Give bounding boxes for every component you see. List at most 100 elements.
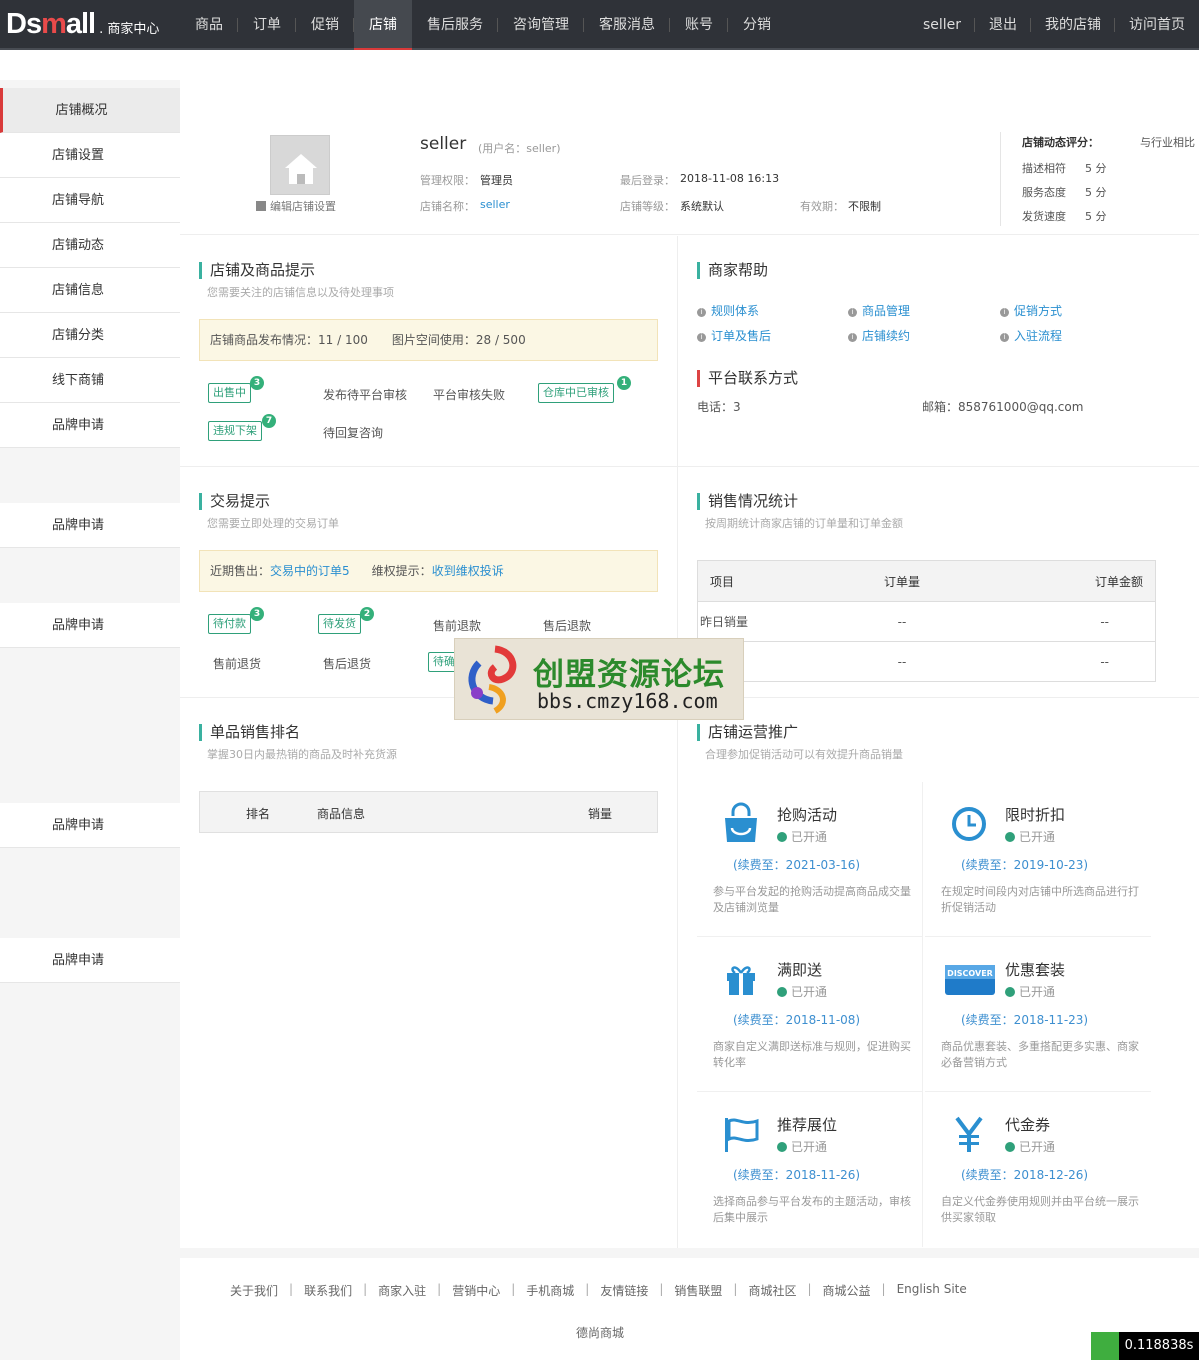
check-icon (1005, 832, 1015, 842)
footer-link[interactable]: 关于我们 (230, 1282, 278, 1299)
sidebar-item-dynamics[interactable]: 店铺动态 (0, 223, 180, 268)
user-nav: seller 退出 我的店铺 访问首页 (909, 0, 1199, 50)
sidebar-item-settings[interactable]: 店铺设置 (0, 133, 180, 178)
promo-card-panic-buy[interactable]: 抢购活动 已开通 (续费至：2021-03-16) 参与平台发起的抢购活动提高商… (697, 782, 923, 937)
on-sale-tag[interactable]: 出售中 (208, 383, 251, 403)
image-space-usage: 图片空间使用：28 / 500 (391, 333, 526, 347)
aftersale-return-link[interactable]: 售后退货 (323, 655, 371, 672)
footer-link[interactable]: 商家入驻 (378, 1282, 426, 1299)
pending-review-link[interactable]: 发布待平台审核 (323, 386, 407, 403)
footer-link[interactable]: 手机商城 (526, 1282, 574, 1299)
footer-sep: | (289, 1282, 294, 1296)
sidebar-item-brand-3[interactable]: 品牌申请 (0, 603, 180, 648)
rating-value: 5 分 (1085, 210, 1107, 223)
ranking-subtitle: 掌握30日内最热销的商品及时补充货源 (207, 748, 397, 761)
footer-sep: | (511, 1282, 516, 1296)
nav-logout[interactable]: 退出 (975, 0, 1031, 50)
check-icon (777, 987, 787, 997)
promo-expire: (续费至：2018-11-23) (961, 1013, 1089, 1027)
sidebar-item-overview[interactable]: 店铺概况 (0, 88, 180, 133)
nav-distribution[interactable]: 分销 (728, 0, 786, 50)
sidebar-item-category[interactable]: 店铺分类 (0, 313, 180, 358)
promo-status-label: 已开通 (1019, 985, 1056, 999)
promotion-subtitle: 合理参加促销活动可以有效提升商品销量 (705, 748, 903, 761)
help-link-rules[interactable]: i 规则体系 (697, 302, 759, 319)
nav-home[interactable]: 访问首页 (1115, 0, 1199, 50)
promo-card-booth[interactable]: 推荐展位 已开通 (续费至：2018-11-26) 选择商品参与平台发布的主题活… (697, 1092, 923, 1247)
complaints-link[interactable]: 收到维权投诉 (432, 564, 504, 578)
nav-consult[interactable]: 咨询管理 (498, 0, 584, 50)
watermark: 创盟资源论坛 bbs.cmzy168.com (454, 638, 744, 720)
table-header: 订单金额 (976, 560, 1156, 602)
clock-icon (952, 807, 986, 841)
footer-link[interactable]: 营销中心 (452, 1282, 500, 1299)
rating-compare: 与行业相比 (1140, 136, 1195, 149)
nav-store[interactable]: 店铺 (354, 0, 412, 50)
sidebar-item-brand-2[interactable]: 品牌申请 (0, 503, 180, 548)
promo-card-combo[interactable]: DISCOVER 优惠套装 已开通 (续费至：2018-11-23) 商品优惠套… (925, 937, 1151, 1092)
footer-link[interactable]: English Site (897, 1282, 967, 1299)
edit-store-label: 编辑店铺设置 (270, 200, 336, 213)
promo-card-full-gift[interactable]: 满即送 已开通 (续费至：2018-11-08) 商家自定义满即送标准与规则，促… (697, 937, 923, 1092)
nav-service-msg[interactable]: 客服消息 (584, 0, 670, 50)
sidebar-item-brand-4[interactable]: 品牌申请 (0, 803, 180, 848)
warehouse-approved-tag[interactable]: 仓库中已审核 (538, 383, 614, 403)
help-link-orders[interactable]: i 订单及售后 (697, 327, 771, 344)
sidebar-item-brand-5[interactable]: 品牌申请 (0, 938, 180, 983)
promo-status: 已开通 (777, 828, 827, 845)
nav-goods[interactable]: 商品 (180, 0, 238, 50)
perm-value: 管理员 (480, 174, 513, 187)
promo-name: 优惠套装 (1005, 961, 1066, 979)
check-icon (777, 832, 787, 842)
nav-orders[interactable]: 订单 (238, 0, 296, 50)
nav-promotion[interactable]: 促销 (296, 0, 354, 50)
nav-after-sales[interactable]: 售后服务 (412, 0, 498, 50)
promo-card-voucher[interactable]: 代金券 已开通 (续费至：2018-12-26) 自定义代金券使用规则并由平台统… (925, 1092, 1151, 1247)
footer-link[interactable]: 商城社区 (748, 1282, 796, 1299)
footer-link[interactable]: 商城公益 (823, 1282, 871, 1299)
nav-username[interactable]: seller (909, 0, 976, 50)
help-link-promo[interactable]: i 促销方式 (1000, 302, 1062, 319)
logo[interactable]: Dsmall. 商家中心 (6, 8, 159, 40)
check-icon (1005, 987, 1015, 997)
info-icon: i (848, 333, 857, 342)
footer-sep: | (807, 1282, 812, 1296)
trading-orders-link[interactable]: 交易中的订单 (270, 564, 342, 578)
divider (1000, 132, 1001, 226)
sidebar-item-info[interactable]: 店铺信息 (0, 268, 180, 313)
help-label: 店铺续约 (862, 329, 911, 343)
pending-shipment-tag[interactable]: 待发货 (318, 614, 361, 634)
sidebar-item-offline[interactable]: 线下商铺 (0, 358, 180, 403)
info-icon: i (848, 308, 857, 317)
main-nav: 商品 订单 促销 店铺 售后服务 咨询管理 客服消息 账号 分销 (180, 0, 786, 50)
promo-name: 推荐展位 (777, 1116, 838, 1134)
nav-my-store[interactable]: 我的店铺 (1031, 0, 1115, 50)
sidebar: 店铺概况 店铺设置 店铺导航 店铺动态 店铺信息 店铺分类 线下商铺 品牌申请 … (0, 80, 180, 1360)
store-name-link[interactable]: seller (480, 198, 510, 211)
presale-refund-link[interactable]: 售前退款 (433, 617, 481, 634)
help-link-renew[interactable]: i 店铺续约 (848, 327, 910, 344)
gift-icon (727, 966, 755, 995)
nav-account[interactable]: 账号 (670, 0, 728, 50)
help-link-goods[interactable]: i 商品管理 (848, 302, 910, 319)
pending-consult-link[interactable]: 待回复咨询 (323, 424, 383, 441)
violation-tag[interactable]: 违规下架 (208, 421, 262, 441)
edit-store-link[interactable]: 编辑店铺设置 (256, 198, 336, 214)
aftersale-refund-link[interactable]: 售后退款 (543, 617, 591, 634)
help-link-join[interactable]: i 入驻流程 (1000, 327, 1062, 344)
presale-return-link[interactable]: 售前退货 (213, 655, 261, 672)
promo-card-time-discount[interactable]: 限时折扣 已开通 (续费至：2019-10-23) 在规定时间段内对店铺中所选商… (925, 782, 1151, 937)
review-failed-link[interactable]: 平台审核失败 (433, 386, 505, 403)
sidebar-item-brand-1[interactable]: 品牌申请 (0, 403, 180, 448)
sidebar-item-navigation[interactable]: 店铺导航 (0, 178, 180, 223)
contact-email: 邮箱：858761000@qq.com (922, 400, 1084, 414)
discover-card-icon: DISCOVER (945, 965, 995, 995)
store-publish-notice: 店铺商品发布情况：11 / 100 图片空间使用：28 / 500 (199, 319, 658, 361)
trading-orders-count[interactable]: 5 (342, 564, 350, 578)
footer-link[interactable]: 销售联盟 (674, 1282, 722, 1299)
footer-link[interactable]: 友情链接 (600, 1282, 648, 1299)
watermark-logo-icon (468, 645, 517, 714)
sales-table: 项目 订单量 订单金额 昨日销量 -- -- -- -- (697, 560, 1156, 682)
pending-payment-tag[interactable]: 待付款 (208, 614, 251, 634)
footer-link[interactable]: 联系我们 (304, 1282, 352, 1299)
